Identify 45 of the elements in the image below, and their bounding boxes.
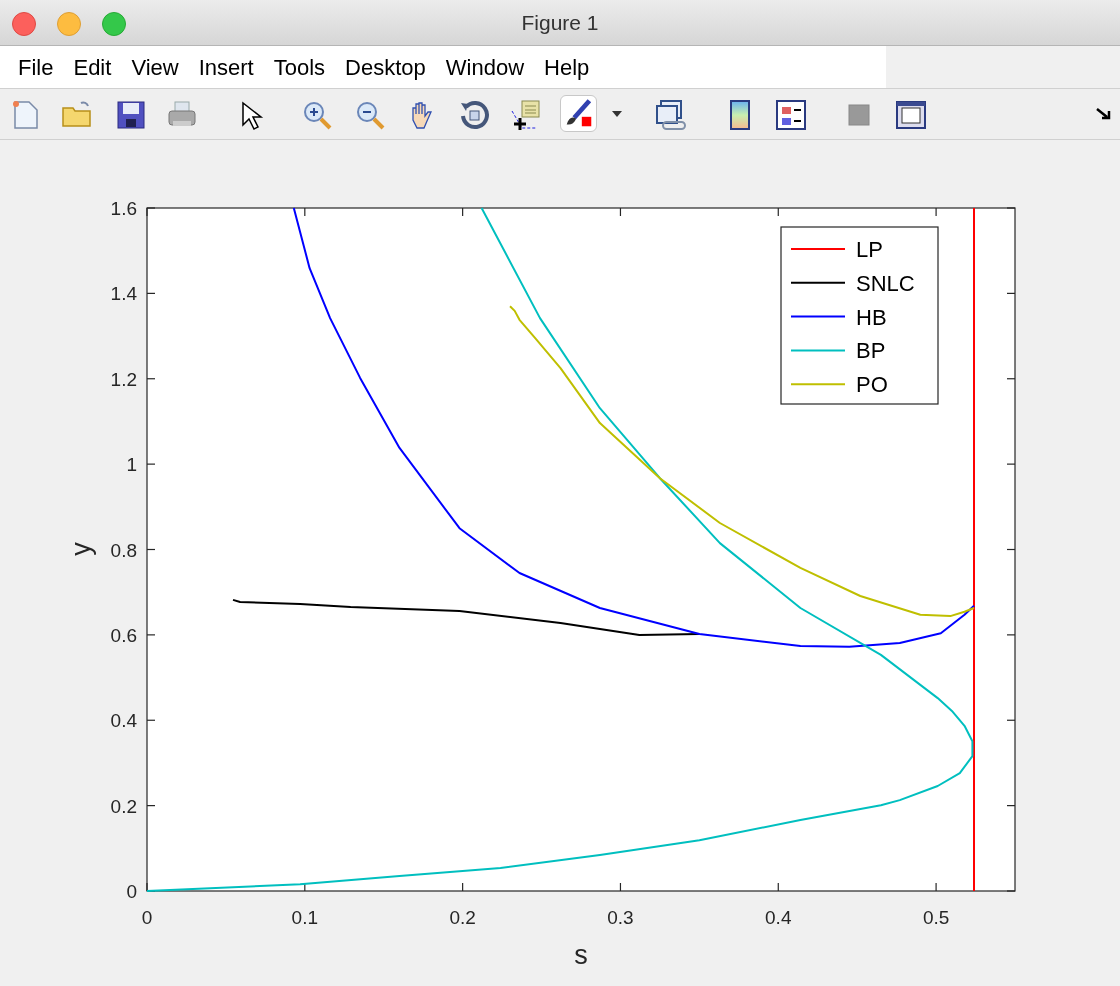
tick-label: 0.6 — [110, 624, 137, 646]
caret-icon[interactable] — [612, 111, 622, 117]
axis-label: s — [574, 940, 588, 970]
legend-label: SNLC — [856, 270, 915, 296]
tick-label: 0.1 — [291, 907, 319, 928]
legend-label: LP — [856, 237, 883, 262]
legend-icon[interactable] — [775, 99, 807, 131]
panel-icon[interactable] — [895, 99, 927, 131]
menu-item[interactable]: Tools — [263, 50, 336, 84]
tick-label: 0.2 — [449, 907, 476, 928]
zoom-in-icon[interactable] — [301, 99, 333, 131]
pointer-icon[interactable] — [240, 101, 264, 131]
menu-item[interactable]: Edit — [63, 50, 122, 84]
tick-label: 0.4 — [110, 710, 137, 732]
menu-item[interactable]: File — [8, 50, 64, 84]
square-icon[interactable] — [847, 103, 873, 129]
tick-label: 1 — [126, 454, 137, 476]
axis-label: y — [66, 542, 96, 556]
tick-label: 0 — [141, 907, 153, 928]
tick-label: 0.4 — [765, 907, 792, 928]
tick-label: 0.2 — [110, 795, 137, 817]
menu-item[interactable]: Insert — [188, 50, 264, 84]
zoom-out-icon[interactable] — [354, 99, 386, 131]
save-icon[interactable] — [115, 99, 147, 131]
brush-icon[interactable] — [560, 95, 597, 132]
legend-label: HB — [856, 304, 887, 330]
menu-item[interactable]: Window — [435, 50, 535, 84]
tick-label: 1.6 — [110, 198, 137, 219]
tick-label: 1.2 — [110, 368, 137, 390]
tick-label: 0.5 — [922, 907, 950, 928]
menu-item[interactable]: View — [121, 50, 189, 84]
legend-label: BP — [856, 338, 886, 364]
linked-windows-icon[interactable] — [655, 99, 689, 131]
rotate-icon[interactable] — [458, 99, 490, 131]
tick-label: 0.3 — [607, 907, 634, 928]
legend-label: PO — [856, 372, 888, 398]
tick-label: 1.4 — [110, 283, 137, 305]
dock-arrow-icon[interactable] — [1096, 107, 1112, 121]
window-title: Figure 1 — [521, 9, 599, 36]
tick-label: 0 — [126, 881, 137, 902]
menu-item[interactable]: Desktop — [335, 50, 436, 84]
close-button[interactable] — [12, 12, 36, 36]
menu-item[interactable]: Help — [534, 50, 600, 84]
tick-label: 0.8 — [110, 539, 137, 561]
colorbar-icon[interactable] — [728, 99, 752, 131]
